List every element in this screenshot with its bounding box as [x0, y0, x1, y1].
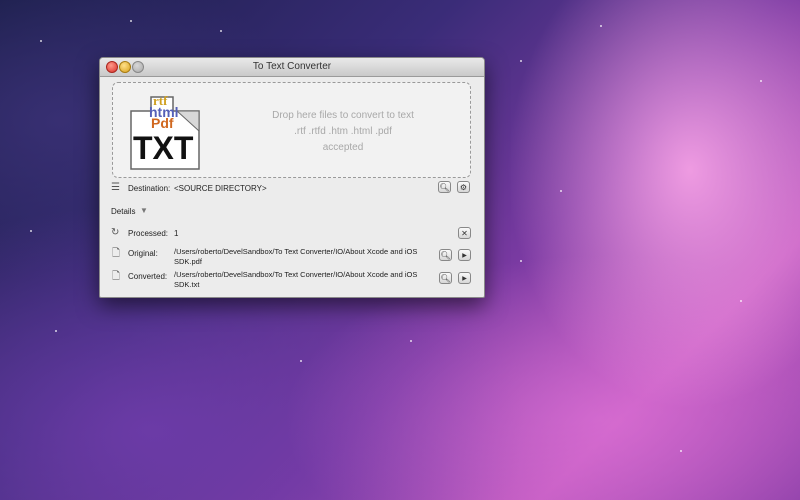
play-icon: ▶ [462, 275, 467, 282]
logo-txt: TXT [133, 130, 194, 166]
processed-label: Processed: [128, 229, 169, 238]
original-path-line2: SDK.pdf [174, 257, 202, 266]
converted-path-line1: /Users/roberto/DevelSandbox/To Text Conv… [174, 270, 418, 279]
star [130, 20, 132, 22]
star [40, 40, 42, 42]
converted-path-line2: SDK.txt [174, 280, 200, 289]
x-icon: ✕ [461, 228, 468, 238]
destination-value[interactable]: <SOURCE DIRECTORY> [174, 184, 267, 193]
converted-path: /Users/roberto/DevelSandbox/To Text Conv… [174, 270, 436, 290]
star [30, 230, 32, 232]
document-icon: 🗋 [112, 248, 121, 259]
open-original-button[interactable]: ▶ [458, 249, 471, 261]
open-converted-button[interactable]: ▶ [458, 272, 471, 284]
details-label: Details [111, 207, 136, 216]
converted-row: 🗋 Converted: /Users/roberto/DevelSandbox… [100, 269, 484, 291]
drop-instructions-line1: Drop here files to convert to text [272, 110, 414, 121]
destination-row: ☰ Destination: <SOURCE DIRECTORY> 🔍︎ ⚙ [100, 180, 484, 196]
reveal-converted-button[interactable]: 🔍︎ [439, 272, 452, 284]
converted-label: Converted: [128, 272, 168, 281]
drop-instructions-line3: accepted [322, 142, 364, 153]
original-label: Original: [128, 249, 158, 258]
star [410, 340, 412, 342]
magnifier-icon: 🔍︎ [440, 273, 451, 283]
processed-count: 1 [174, 229, 179, 238]
destination-label: Destination: [128, 184, 171, 193]
star [520, 260, 522, 262]
drop-zone[interactable]: rtf html Pdf TXT Drop here files to conv… [112, 82, 471, 178]
drop-accepted-extensions: .rtf .rtfd .htm .html .pdf [294, 126, 392, 137]
choose-destination-button[interactable]: 🔍︎ [438, 181, 451, 193]
window-title: To Text Converter [252, 61, 332, 72]
star [560, 190, 562, 192]
star [680, 450, 682, 452]
original-path: /Users/roberto/DevelSandbox/To Text Conv… [174, 247, 436, 267]
refresh-icon: ↻ [111, 227, 120, 238]
clear-button[interactable]: ✕ [458, 227, 471, 239]
drop-instructions: Drop here files to convert to text .rtf … [243, 108, 443, 156]
converter-window: To Text Converter rtf html Pdf TXT Drop … [99, 57, 485, 298]
star [520, 60, 522, 62]
gear-icon: ⚙ [459, 182, 468, 192]
details-row[interactable]: Details ▼ [100, 205, 484, 219]
star [740, 300, 742, 302]
logo-pdf: Pdf [151, 115, 174, 131]
original-path-line1: /Users/roberto/DevelSandbox/To Text Conv… [174, 247, 418, 256]
title-bar[interactable]: To Text Converter [100, 58, 484, 77]
star [220, 30, 222, 32]
star [300, 360, 302, 362]
star [600, 25, 602, 27]
star [760, 80, 762, 82]
play-icon: ▶ [462, 252, 467, 259]
processed-row: ↻ Processed: 1 ✕ [100, 226, 484, 240]
magnifier-icon: 🔍︎ [439, 182, 450, 192]
settings-button[interactable]: ⚙ [457, 181, 470, 193]
original-row: 🗋 Original: /Users/roberto/DevelSandbox/… [100, 246, 484, 268]
list-icon: ☰ [111, 182, 120, 193]
triangle-down-icon[interactable]: ▼ [140, 206, 148, 215]
reveal-original-button[interactable]: 🔍︎ [439, 249, 452, 261]
document-icon: 🗋 [112, 271, 121, 282]
magnifier-icon: 🔍︎ [440, 250, 451, 260]
txt-document-icon: rtf html Pdf TXT [130, 93, 200, 170]
star [55, 330, 57, 332]
